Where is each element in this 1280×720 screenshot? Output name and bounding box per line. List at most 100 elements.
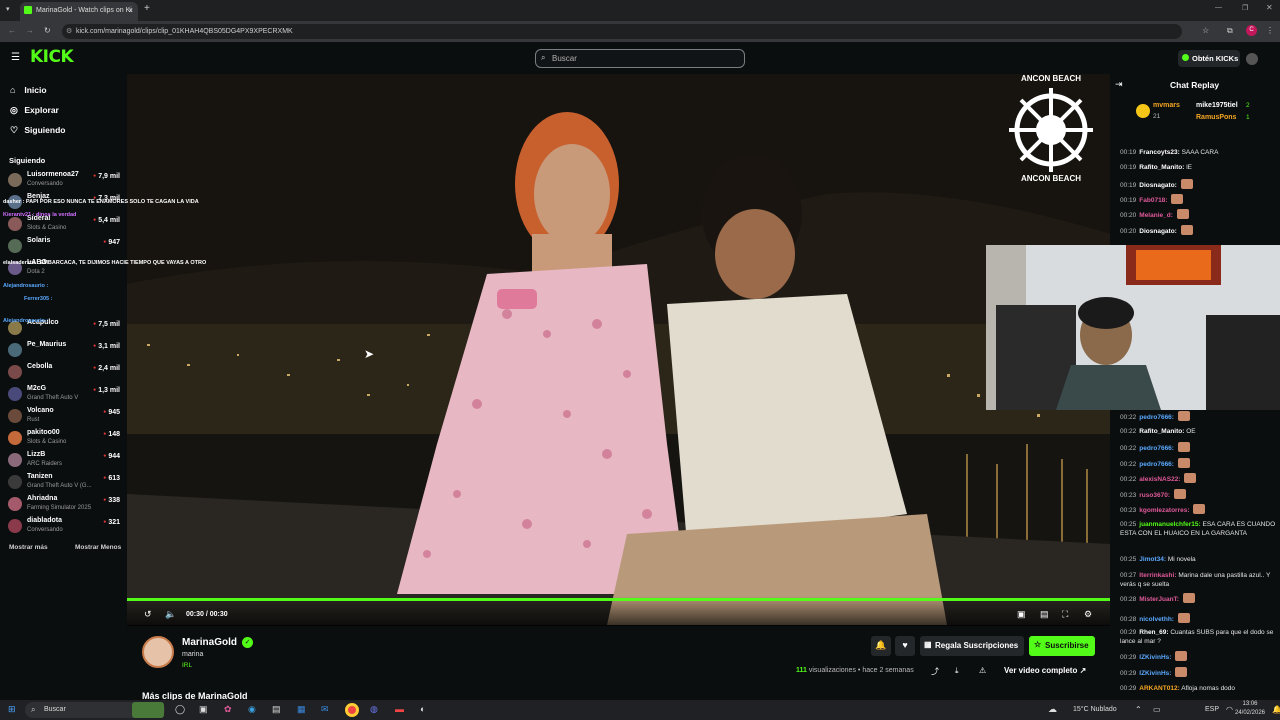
kick-logo[interactable]: KICK xyxy=(30,47,74,67)
pip-icon[interactable]: ▤ xyxy=(1040,609,1049,620)
mail-icon[interactable]: ✉ xyxy=(321,704,329,715)
chat-username[interactable]: nicolvethh: xyxy=(1139,616,1174,623)
task-view-icon[interactable]: ◯ xyxy=(175,704,185,715)
input-language[interactable]: ESP xyxy=(1205,706,1219,713)
chat-username[interactable]: Fab0718: xyxy=(1139,197,1167,204)
top-gifter-2[interactable]: mike1975tiel xyxy=(1196,102,1238,109)
chat-username[interactable]: Iterrinkashi: xyxy=(1139,572,1176,579)
chat-username[interactable]: IZKivinHs: xyxy=(1139,670,1171,677)
channel-avatar[interactable] xyxy=(142,636,174,668)
nav-explore[interactable]: ◎ Explorar xyxy=(10,105,59,116)
chat-username[interactable]: pedro7666: xyxy=(1139,461,1174,468)
explorer-folder-icon[interactable]: ▤ xyxy=(272,704,281,715)
address-field[interactable]: ⚙ kick.com/marinagold/clips/clip_01KHAH4… xyxy=(62,24,1182,39)
chat-username[interactable]: pedro7666: xyxy=(1139,414,1174,421)
window-close-icon[interactable]: ✕ xyxy=(1266,3,1273,12)
fullscreen-icon[interactable]: ⛶ xyxy=(1062,609,1068,620)
nav-following[interactable]: ♡ Siguiendo xyxy=(10,125,65,136)
clock-date[interactable]: 24/02/2026 xyxy=(1230,710,1270,716)
sidebar-channel[interactable]: Tanizen Grand Theft Auto V (G... 613 xyxy=(8,473,122,493)
copilot-icon[interactable]: ✿ xyxy=(224,704,232,715)
chat-username[interactable]: alexisNAS22: xyxy=(1139,476,1180,483)
notification-bell-icon[interactable]: 🔔 xyxy=(1272,705,1280,714)
nav-home[interactable]: ⌂ Inicio xyxy=(10,85,47,95)
download-icon[interactable]: ⤓ xyxy=(955,666,959,676)
discord-icon[interactable]: ◍ xyxy=(370,704,378,715)
new-tab-button[interactable]: + xyxy=(144,3,150,14)
sidebar-channel[interactable]: Cebolla 2,4 mil xyxy=(8,363,122,383)
sidebar-channel[interactable]: Solaris 947 xyxy=(8,237,122,257)
tray-chevron-icon[interactable]: ⌃ xyxy=(1135,705,1142,714)
file-explorer-icon[interactable]: ▣ xyxy=(199,704,208,715)
chat-username[interactable]: Rhen_69: xyxy=(1139,629,1168,636)
clip-category[interactable]: IRL xyxy=(182,662,192,669)
search-input[interactable]: ⌕ Buscar xyxy=(535,49,745,68)
chat-username[interactable]: Francoyts23: xyxy=(1139,149,1179,156)
recorder-icon[interactable]: ▬ xyxy=(395,704,404,714)
chat-username[interactable]: Jimot34: xyxy=(1139,556,1166,563)
chat-username[interactable]: Rafito_Manito: xyxy=(1139,164,1184,171)
windows-start-icon[interactable]: ⊞ xyxy=(8,704,16,715)
chat-username[interactable]: pedro7666: xyxy=(1139,445,1174,452)
chat-username[interactable]: IZKivinHs: xyxy=(1139,654,1171,661)
minimize-icon[interactable]: — xyxy=(1215,4,1222,11)
chat-username[interactable]: Diosnagato: xyxy=(1139,228,1177,235)
subscribe-button[interactable]: ☆ Suscribirse xyxy=(1029,636,1095,656)
top-gifter-3[interactable]: RamusPons xyxy=(1196,114,1236,121)
sidebar-channel[interactable]: SideralSlots & Casino5,4 mil xyxy=(8,215,122,235)
browser-menu-icon[interactable]: ⋮ xyxy=(1266,26,1274,35)
notification-bell-button[interactable]: 🔔 xyxy=(871,636,891,656)
sidebar-channel[interactable]: Luisormenoa27 Conversando 7,9 mil xyxy=(8,171,122,191)
get-kicks-button[interactable]: Obtén KICKs xyxy=(1178,50,1240,67)
site-info-icon[interactable]: ⚙ xyxy=(66,27,72,35)
menu-hamburger-icon[interactable]: ☰ xyxy=(11,52,20,63)
follow-heart-button[interactable]: ♥ xyxy=(895,636,915,656)
video-player[interactable]: ANCON BEACH ANCON BEACH xyxy=(127,74,1110,625)
extensions-icon[interactable]: ⧉ xyxy=(1227,26,1233,36)
channel-name[interactable]: MarinaGold xyxy=(182,637,237,648)
chat-username[interactable]: Rafito_Manito: xyxy=(1139,428,1184,435)
chat-username[interactable]: Melanie_d: xyxy=(1139,212,1173,219)
volume-icon[interactable]: 🔈 xyxy=(165,609,176,620)
sidebar-channel[interactable]: Pe_Maurius 3,1 mil xyxy=(8,341,122,361)
edge-icon[interactable]: ◉ xyxy=(248,704,256,715)
chat-username[interactable]: ARKANT012: xyxy=(1139,685,1179,692)
top-gifter-1[interactable]: mvmars xyxy=(1153,102,1180,109)
sidebar-channel[interactable]: LizzB ARC Raiders 944 xyxy=(8,451,122,471)
obs-icon[interactable]: ◐ xyxy=(420,704,425,714)
tab-menu-icon[interactable]: ▾ xyxy=(6,5,10,13)
browser-tab[interactable]: MarinaGold - Watch clips on Ki × xyxy=(20,2,138,21)
gift-subs-button[interactable]: ▦ Regala Suscripciones xyxy=(920,636,1024,656)
reload-icon[interactable]: ↻ xyxy=(44,26,51,35)
tab-close-icon[interactable]: × xyxy=(128,6,133,15)
sidebar-channel[interactable]: Ahriadna Farming Simulator 2025 338 xyxy=(8,495,122,515)
collapse-chat-icon[interactable]: ⇥ xyxy=(1115,79,1123,90)
user-avatar[interactable] xyxy=(1246,53,1258,65)
forward-icon[interactable]: → xyxy=(26,26,34,35)
chrome-icon[interactable] xyxy=(345,703,359,717)
theater-mode-icon[interactable]: ▣ xyxy=(1017,609,1026,620)
profile-avatar[interactable]: C xyxy=(1246,25,1257,36)
bookmark-star-icon[interactable]: ☆ xyxy=(1202,26,1209,35)
sidebar-channel[interactable]: M2cG Grand Theft Auto V 1,3 mil xyxy=(8,385,122,405)
sidebar-channel[interactable]: diabladota Conversando 321 xyxy=(8,517,122,537)
share-icon[interactable]: ⤴ xyxy=(931,666,939,677)
sidebar-channel[interactable]: pakitoo00 Slots & Casino 148 xyxy=(8,429,122,449)
show-less-link[interactable]: Mostrar Menos xyxy=(75,544,121,551)
chat-username[interactable]: Diosnagato: xyxy=(1139,182,1177,189)
store-icon[interactable]: ▦ xyxy=(297,704,306,715)
chat-username[interactable]: ruso3670: xyxy=(1139,492,1170,499)
chat-username[interactable]: MisterJuanT: xyxy=(1139,596,1179,603)
chat-username[interactable]: juanmanuelchfer15: xyxy=(1139,521,1200,528)
tray-app-icon[interactable]: ▭ xyxy=(1153,705,1161,714)
replay-icon[interactable]: ↺ xyxy=(144,609,152,620)
back-icon[interactable]: ← xyxy=(8,26,16,35)
video-progress-bar[interactable] xyxy=(127,598,1110,601)
maximize-icon[interactable]: ❐ xyxy=(1242,4,1248,12)
show-more-link[interactable]: Mostrar más xyxy=(9,544,48,551)
settings-gear-icon[interactable]: ⚙ xyxy=(1084,609,1092,620)
sidebar-channel[interactable]: Volcano Rust 945 xyxy=(8,407,122,427)
full-video-button[interactable]: Ver video completo ↗ xyxy=(1000,662,1096,680)
report-icon[interactable]: ⚠ xyxy=(979,666,986,675)
chat-username[interactable]: kgomlezatorres: xyxy=(1139,507,1189,514)
